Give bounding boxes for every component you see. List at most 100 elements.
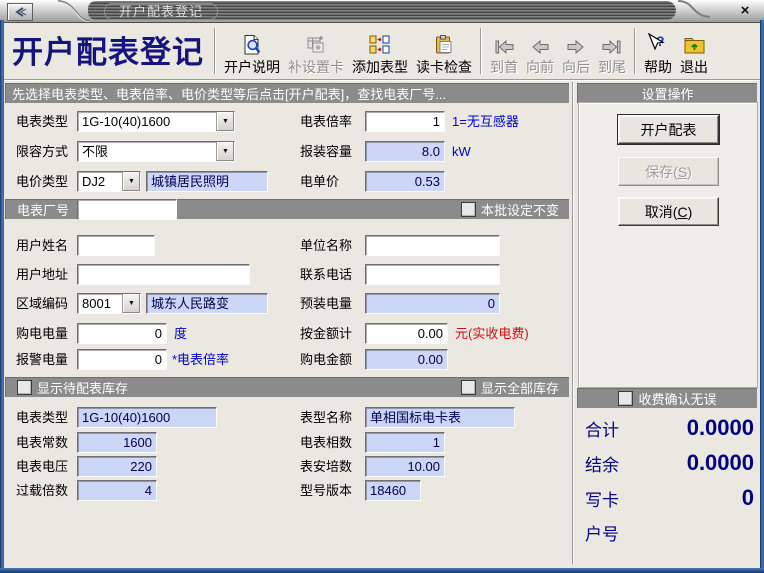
factory-no-label: 电表厂号 [17, 200, 69, 219]
show-pending-stock-checkbox[interactable]: 显示待配表库存 [17, 378, 128, 397]
chevron-down-icon[interactable]: ▼ [122, 294, 140, 313]
meter-constant-label: 电表常数 [16, 432, 68, 453]
area-code-label: 区域编码 [16, 293, 68, 314]
write-card-row: 写卡 0 [585, 485, 754, 511]
meter-type-select[interactable]: 1G-10(40)1600 ▼ [77, 111, 235, 132]
user-name-input[interactable] [77, 235, 155, 256]
account-no-row: 户号 [585, 520, 754, 545]
titlebar-swoosh-left [52, 0, 92, 22]
price-type-select[interactable]: DJ2 ▼ [77, 171, 141, 192]
toolbar-separator [634, 28, 636, 74]
go-last-button[interactable]: 到尾 [594, 25, 630, 77]
titlebar-swoosh-right [676, 0, 716, 22]
fee-confirm-checkbox[interactable]: 收费确认无误 [618, 389, 716, 408]
by-amount-label: 按金额计 [300, 323, 352, 344]
meter-type-label: 电表类型 [16, 111, 68, 132]
factory-no-input[interactable] [77, 199, 177, 220]
model-version-label: 型号版本 [300, 480, 352, 501]
open-account-help-button[interactable]: 开户说明 [220, 25, 284, 77]
balance-row: 结余 0.0000 [585, 450, 754, 476]
unit-price-field: 0.53 [365, 171, 445, 192]
phone-label: 联系电话 [300, 264, 352, 285]
price-type-desc-field: 城镇居民照明 [146, 171, 268, 192]
stock-filter-bar: 显示待配表库存 显示全部库存 [5, 377, 569, 397]
read-card-check-button[interactable]: 读卡检查 [412, 25, 476, 77]
model-name-label: 表型名称 [300, 407, 352, 428]
user-name-label: 用户姓名 [16, 235, 68, 256]
batch-fixed-checkbox[interactable]: 本批设定不变 [461, 200, 559, 219]
help-button[interactable]: ? 帮助 [640, 25, 676, 77]
stock-meter-type-field: 1G-10(40)1600 [77, 407, 217, 428]
overload-factor-label: 过载倍数 [16, 480, 68, 501]
title-bar[interactable]: 开户配表登记 × [0, 0, 764, 23]
cancel-button[interactable]: 取消(C) [618, 197, 719, 226]
purchase-amount-label: 购电金额 [300, 349, 352, 370]
save-button[interactable]: 保存(S) [618, 157, 719, 186]
price-type-label: 电价类型 [16, 171, 68, 192]
toolbar-separator [214, 28, 216, 74]
page-title: 开户配表登记 [4, 27, 210, 76]
assign-meter-button[interactable]: 开户配表 [618, 115, 719, 144]
alarm-energy-note: *电表倍率 [172, 349, 229, 370]
window-logo-icon[interactable] [7, 3, 33, 21]
address-label: 用户地址 [16, 264, 68, 285]
model-name-field: 单相国标电卡表 [365, 407, 515, 428]
go-first-button[interactable]: 到首 [486, 25, 522, 77]
help-cursor-icon: ? [646, 31, 670, 56]
toolbar: 开户配表登记 开户说明 [4, 23, 760, 80]
instruction-bar: 先选择电表类型、电表倍率、电价类型等后点击[开户配表]，查找电表厂号... [5, 83, 569, 103]
capacity-field: 8.0 [365, 141, 445, 162]
meter-ratio-input[interactable]: 1 [365, 111, 445, 132]
settings-panel-box [578, 102, 758, 388]
close-icon[interactable]: × [736, 2, 754, 19]
area-code-select[interactable]: 8001 ▼ [77, 293, 141, 314]
meter-voltage-field: 220 [77, 456, 157, 477]
purchase-energy-input[interactable]: 0 [77, 323, 167, 344]
card-settings-icon [305, 31, 327, 56]
by-amount-input[interactable]: 0.00 [365, 323, 448, 344]
alarm-energy-input[interactable]: 0 [77, 349, 167, 370]
show-all-stock-checkbox[interactable]: 显示全部库存 [461, 378, 559, 397]
phone-input[interactable] [365, 264, 500, 285]
purchase-energy-unit: 度 [174, 323, 187, 344]
chevron-down-icon[interactable]: ▼ [216, 142, 234, 161]
meter-phases-field: 1 [365, 432, 445, 453]
total-row: 合计 0.0000 [585, 415, 754, 441]
app-window: 开户配表登记 × 开户配表登记 [0, 0, 764, 573]
supplement-card-button[interactable]: 补设置卡 [284, 25, 348, 77]
meter-ratio-label: 电表倍率 [300, 111, 352, 132]
purchase-amount-field: 0.00 [365, 349, 448, 370]
window-title: 开户配表登记 [104, 3, 218, 20]
meter-amperage-label: 表安培数 [300, 456, 352, 477]
clipboard-icon [433, 31, 455, 56]
area-code-desc-field: 城东人民路变 [146, 293, 268, 314]
stock-meter-type-label: 电表类型 [16, 407, 68, 428]
panel-header: 设置操作 [577, 83, 757, 103]
last-record-icon [600, 31, 624, 56]
preset-energy-label: 预装电量 [300, 293, 352, 314]
go-next-button[interactable]: 向后 [558, 25, 594, 77]
toolbar-separator [480, 28, 482, 74]
checkbox-box-icon [17, 380, 32, 395]
alarm-energy-label: 报警电量 [16, 349, 68, 370]
chevron-down-icon[interactable]: ▼ [122, 172, 140, 191]
vertical-divider [572, 82, 574, 564]
first-record-icon [492, 31, 516, 56]
exit-folder-icon [683, 31, 706, 56]
org-name-input[interactable] [365, 235, 500, 256]
limit-mode-select[interactable]: 不限 ▼ [77, 141, 235, 162]
address-input[interactable] [77, 264, 250, 285]
window-frame-bottom [0, 568, 764, 573]
checkbox-box-icon [618, 391, 633, 406]
chevron-down-icon[interactable]: ▼ [216, 112, 234, 131]
window-frame-right [760, 20, 764, 573]
go-previous-button[interactable]: 向前 [522, 25, 558, 77]
overload-factor-field: 4 [77, 480, 157, 501]
checkbox-box-icon [461, 380, 476, 395]
meter-constant-field: 1600 [77, 432, 157, 453]
add-meter-type-button[interactable]: 添加表型 [348, 25, 412, 77]
exit-button[interactable]: 退出 [676, 25, 712, 77]
confirm-bar: 收费确认无误 [577, 388, 757, 408]
window-frame-left [0, 20, 4, 573]
capacity-unit: kW [452, 141, 471, 162]
